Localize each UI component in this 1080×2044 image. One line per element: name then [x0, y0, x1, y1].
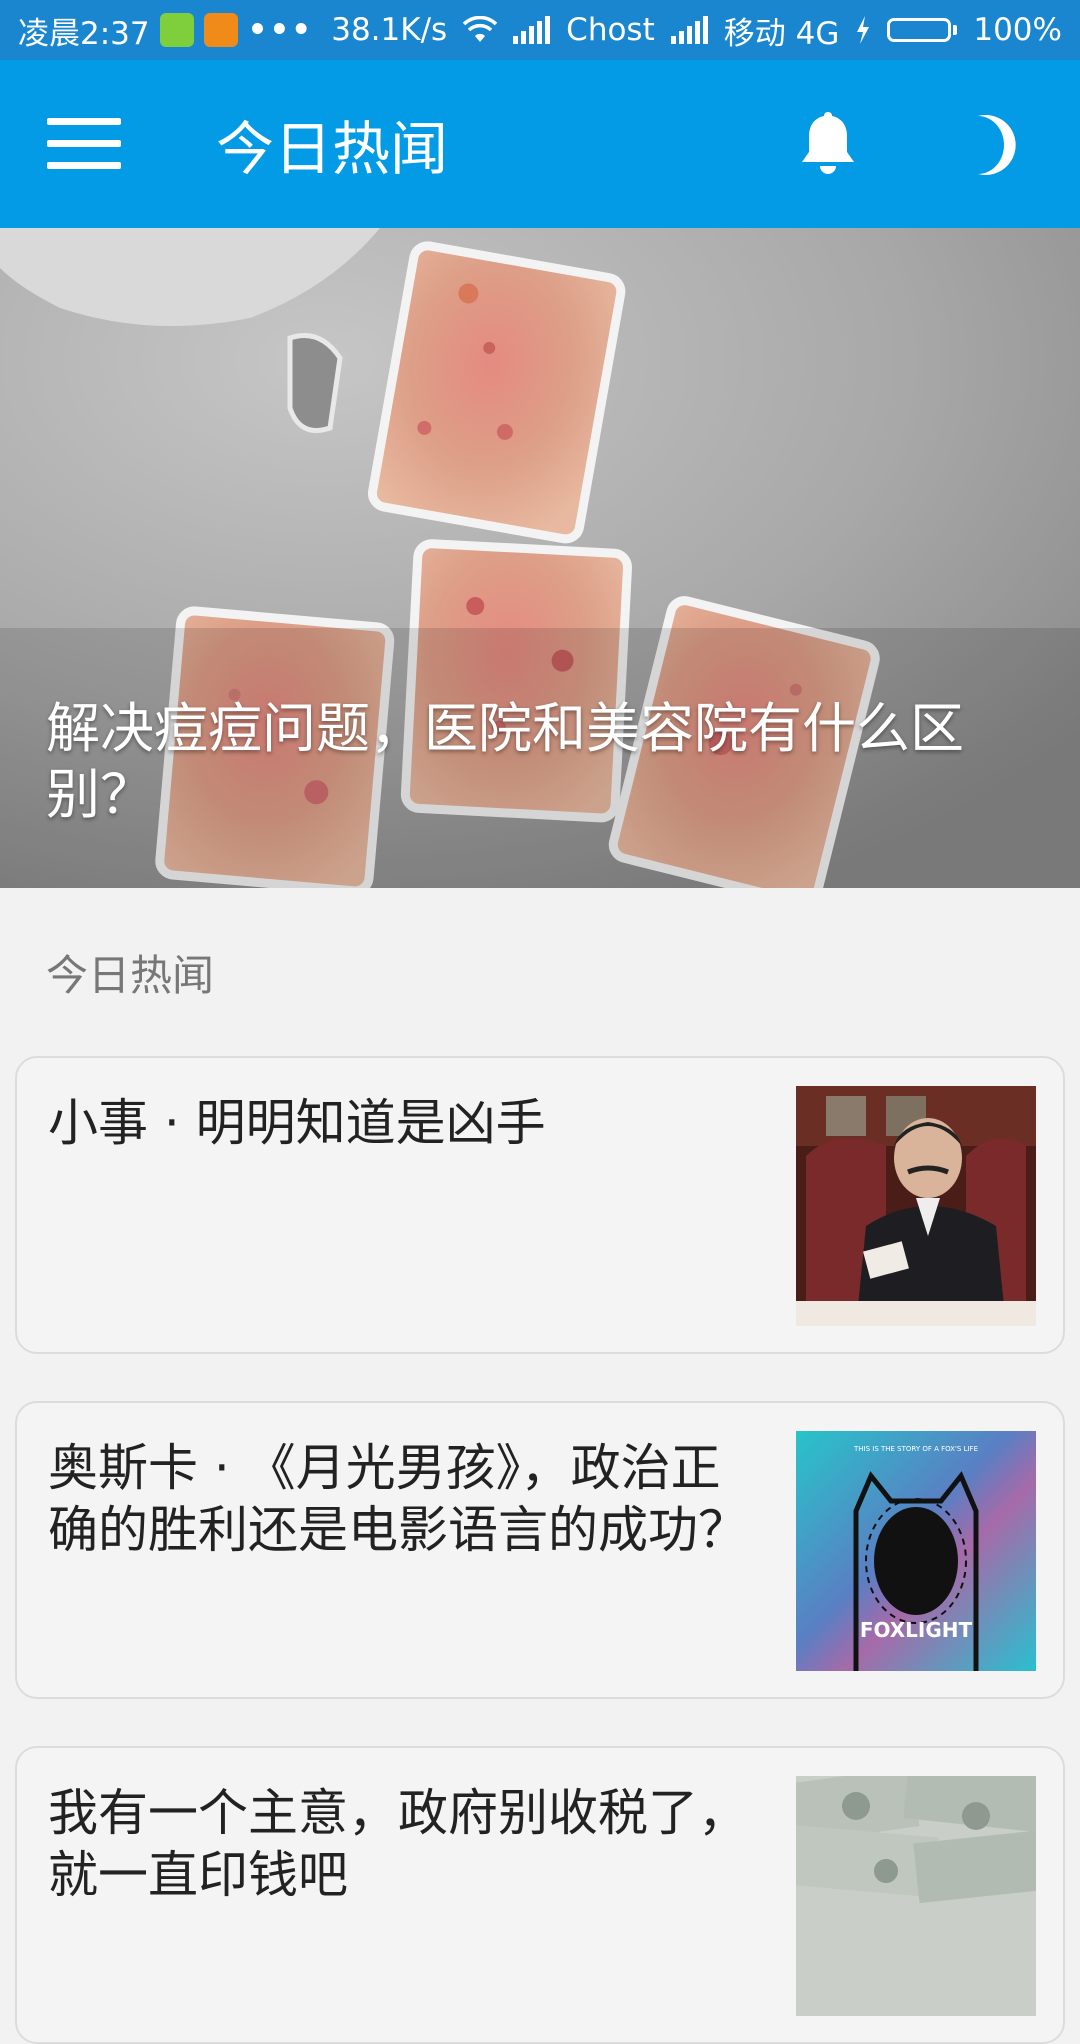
wifi-icon	[463, 16, 498, 42]
hero-story[interactable]: 解决痘痘问题，医院和美容院有什么区别？	[0, 228, 1080, 888]
section-header: 今日热闻	[46, 951, 215, 1000]
signal-icon	[513, 16, 551, 44]
poster-tagline: THIS IS THE STORY OF A FOX'S LIFE	[853, 1445, 978, 1453]
hero-title: 解决痘痘问题，医院和美容院有什么区别？	[46, 697, 964, 826]
status-bar-left: 凌晨2:37 •••	[18, 8, 313, 53]
battery-percent: 100%	[973, 12, 1062, 48]
story-card[interactable]: 奥斯卡 · 《月光男孩》，政治正确的胜利还是电影语言的成功？ THIS IS T…	[15, 1401, 1065, 1699]
shield-app-icon	[159, 13, 194, 47]
network-speed: 38.1K/s	[331, 12, 448, 48]
charging-icon	[857, 16, 870, 44]
story-title: 我有一个主意，政府别收税了，就一直印钱吧	[48, 1784, 748, 1904]
battery-icon	[887, 18, 958, 42]
carrier-name-2: 移动 4G	[723, 15, 840, 52]
app-bar: 今日热闻	[0, 60, 1080, 228]
story-title: 小事 · 明明知道是凶手	[48, 1094, 546, 1152]
story-thumbnail	[796, 1086, 1036, 1326]
story-thumbnail	[796, 1776, 1036, 2016]
menu-icon[interactable]	[47, 118, 121, 170]
story-card[interactable]: 我有一个主意，政府别收税了，就一直印钱吧	[15, 1746, 1065, 2044]
status-bar: 凌晨2:37 ••• 38.1K/s Chost 移动 4G 100%	[0, 0, 1080, 60]
moon-icon[interactable]	[964, 112, 1024, 178]
bell-icon[interactable]	[796, 108, 860, 180]
app-title: 今日热闻	[216, 115, 449, 183]
more-notifications-icon: •••	[247, 12, 314, 48]
status-bar-right: 38.1K/s Chost 移动 4G 100%	[331, 8, 1062, 53]
poster-title: FOXLIGHT	[860, 1618, 973, 1642]
status-time: 凌晨2:37	[18, 15, 150, 52]
story-card[interactable]: 小事 · 明明知道是凶手	[15, 1056, 1065, 1354]
browser-app-icon	[203, 13, 238, 47]
story-title: 奥斯卡 · 《月光男孩》，政治正确的胜利还是电影语言的成功？	[48, 1439, 748, 1559]
story-thumbnail: THIS IS THE STORY OF A FOX'S LIFE FOXLIG…	[796, 1431, 1036, 1671]
signal-icon-2	[670, 16, 708, 44]
carrier-name-1: Chost	[566, 12, 655, 48]
